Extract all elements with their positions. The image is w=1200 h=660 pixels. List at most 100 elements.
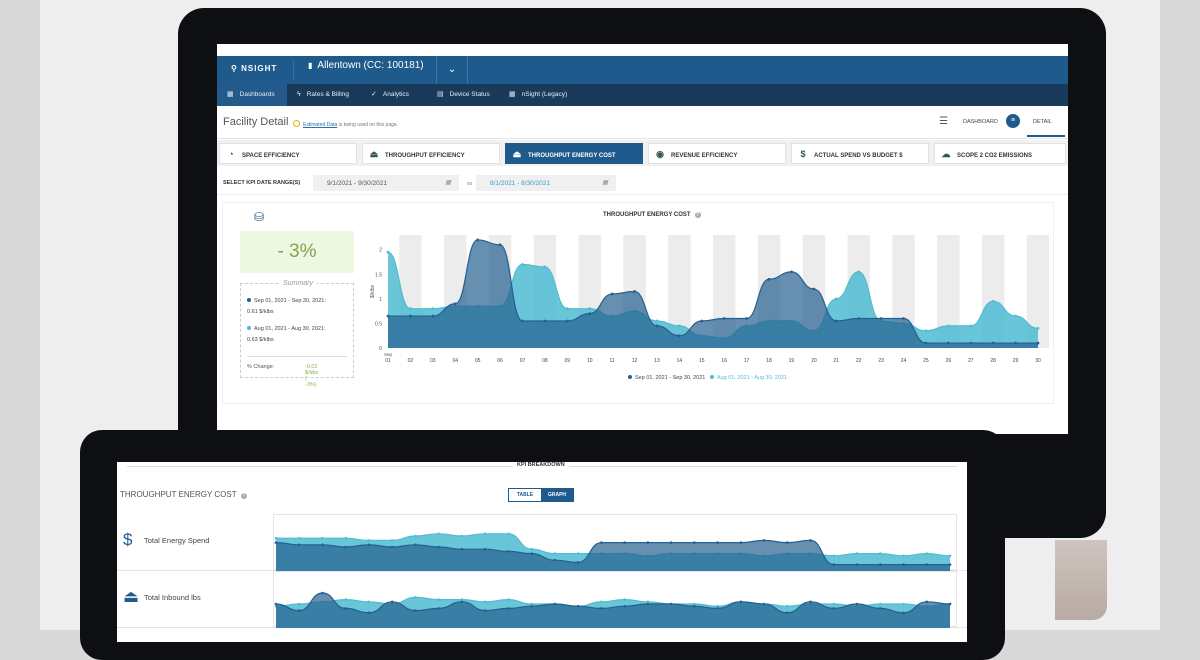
tab-throughput-efficiency[interactable]: ⏏ THROUGHPUT EFFICIENCY bbox=[362, 143, 500, 164]
x-tick-label: 17 bbox=[744, 358, 750, 364]
series2-point bbox=[565, 307, 569, 311]
x-tick-label: 11 bbox=[610, 358, 615, 364]
tab-throughput-energy-cost[interactable]: ⏏ THROUGHPUT ENERGY COST bbox=[505, 143, 643, 164]
spark-series1-point bbox=[321, 591, 324, 595]
tab-scope2-co2[interactable]: ☁ SCOPE 2 CO2 EMISSIONS bbox=[934, 143, 1066, 164]
help-icon[interactable]: ? bbox=[240, 493, 247, 499]
tab-revenue-efficiency[interactable]: ◉ REVENUE EFFICIENCY bbox=[648, 143, 786, 164]
weight-arrow-icon: ⏏ bbox=[123, 587, 140, 606]
spark-series1-point bbox=[623, 541, 626, 544]
weight-dollar-icon: ⏏ bbox=[512, 149, 522, 159]
series2-point bbox=[677, 324, 681, 328]
series2-point bbox=[1014, 314, 1017, 318]
summary-divider bbox=[247, 356, 347, 357]
estimated-data-link[interactable]: Estimated Data bbox=[303, 122, 337, 128]
series1-point bbox=[812, 287, 816, 291]
tab-actual-spend-vs-budget[interactable]: $ ACTUAL SPEND VS BUDGET $ bbox=[791, 143, 929, 164]
spark-series2-point bbox=[600, 600, 603, 604]
series2-point bbox=[834, 297, 838, 301]
series1-point bbox=[677, 334, 681, 338]
series1-point bbox=[857, 317, 861, 320]
table-toggle-button[interactable]: TABLE bbox=[509, 489, 541, 501]
spark-series2-point bbox=[297, 536, 301, 540]
spark-series1-point bbox=[716, 541, 719, 544]
spark-series1-point bbox=[600, 541, 603, 544]
series1-point bbox=[655, 324, 659, 328]
spark-series1-point bbox=[693, 541, 696, 544]
spark-series1-point bbox=[344, 607, 348, 610]
spark-series2-point bbox=[878, 552, 882, 555]
calendar-icon: ▦ bbox=[602, 180, 608, 186]
info-icon bbox=[293, 120, 300, 127]
breakdown-row-label: Total Energy Spend bbox=[144, 536, 210, 545]
series2-point bbox=[857, 270, 861, 274]
percent-change-badge: - 3% bbox=[240, 231, 354, 273]
spark-series1-point bbox=[786, 541, 789, 544]
series2-point bbox=[924, 329, 928, 333]
x-tick-label: 24 bbox=[901, 358, 907, 364]
weight-icon: ⏏ bbox=[369, 149, 379, 159]
spark-series1-point bbox=[576, 561, 580, 564]
spark-series1-point bbox=[786, 611, 789, 615]
nav-nsight-legacy[interactable]: ▦ nSight (Legacy) bbox=[499, 84, 579, 106]
help-icon[interactable]: ? bbox=[694, 212, 701, 218]
series1-point bbox=[924, 341, 928, 345]
series2-point bbox=[588, 307, 592, 311]
x-tick-label: 02 bbox=[408, 358, 414, 364]
series2-point bbox=[521, 263, 524, 266]
series2-point bbox=[969, 324, 973, 328]
spark-series1-point bbox=[553, 602, 557, 606]
spark-series2-point bbox=[902, 602, 905, 606]
x-tick-label: 26 bbox=[946, 358, 952, 364]
series1-point bbox=[543, 319, 547, 323]
spark-series1-point bbox=[437, 607, 440, 610]
tab-space-efficiency[interactable]: ◔ SPACE EFFICIENCY bbox=[219, 143, 357, 164]
spark-series1-point bbox=[669, 541, 673, 544]
spark-series1-point bbox=[925, 563, 929, 566]
settings-sliders-icon[interactable]: ☰ bbox=[939, 116, 948, 127]
nav-device-status[interactable]: ▤ Device Status bbox=[427, 84, 499, 106]
spark-series2-point bbox=[483, 600, 487, 604]
list-icon[interactable]: ≡ bbox=[1006, 114, 1020, 128]
facility-selector[interactable]: ▮ Allentown (CC: 100181) bbox=[293, 60, 424, 80]
x-tick-label: 27 bbox=[968, 358, 974, 364]
series1-point bbox=[476, 238, 480, 242]
spark-series2-point bbox=[507, 598, 510, 601]
date-range-compare[interactable]: 8/1/2021 - 8/30/2021 ▦ bbox=[476, 175, 616, 191]
series2-point bbox=[431, 307, 435, 311]
nav-rates-billing[interactable]: ϟ Rates & Billing bbox=[287, 84, 361, 106]
series1-point bbox=[1014, 341, 1017, 345]
spark-series1-point bbox=[902, 563, 905, 566]
spark-series1-point bbox=[460, 547, 464, 551]
spark-series1-point bbox=[646, 602, 650, 606]
y-tick-label: 1 bbox=[379, 297, 382, 303]
nav-analytics[interactable]: ✓ Analytics bbox=[361, 84, 427, 106]
spark-series1-point bbox=[716, 607, 719, 610]
dashboard-view-link[interactable]: DASHBOARD bbox=[963, 119, 998, 125]
spark-series2-point bbox=[855, 552, 859, 555]
x-tick-label: 21 bbox=[833, 358, 839, 364]
spark-series2-point bbox=[437, 598, 440, 601]
spark-series1-point bbox=[460, 600, 464, 604]
x-tick-label: 18 bbox=[766, 358, 772, 364]
brand-logo[interactable]: ⚲ NSIGHT bbox=[231, 64, 277, 73]
series1-point bbox=[879, 317, 883, 320]
date-range-primary[interactable]: 9/1/2021 - 9/30/2021 ▦ bbox=[313, 175, 459, 191]
spark-series2-point bbox=[530, 547, 533, 551]
x-tick-label: 29 bbox=[1013, 358, 1019, 364]
weight-dollar-icon: ⛁ bbox=[254, 210, 265, 224]
spark-series1-point bbox=[739, 541, 743, 544]
spark-series2-point bbox=[576, 552, 580, 555]
graph-toggle-button[interactable]: GRAPH bbox=[541, 489, 573, 501]
spark-series1-point bbox=[669, 602, 673, 606]
spark-series2-point bbox=[553, 552, 557, 555]
facility-dropdown-button[interactable]: ⌄ bbox=[436, 56, 468, 84]
spark-series1-point bbox=[600, 607, 603, 610]
y-tick-label: 2 bbox=[379, 248, 382, 254]
series1-point bbox=[991, 341, 995, 345]
laptop-screen: KPI BREAKDOWN THROUGHPUT ENERGY COST? TA… bbox=[117, 462, 967, 642]
x-tick-label: 07 bbox=[520, 358, 526, 364]
nav-dashboards[interactable]: ▦ Dashboards bbox=[217, 84, 287, 106]
detail-view-link[interactable]: DETAIL bbox=[1033, 119, 1052, 125]
spark-series2-point bbox=[414, 596, 417, 599]
